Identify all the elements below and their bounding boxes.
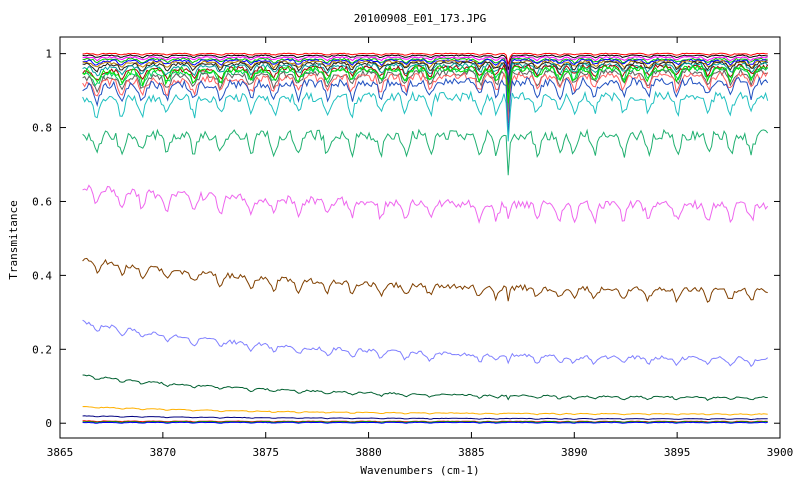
y-tick-label: 0.2 [32,343,52,356]
chart-title: 20100908_E01_173.JPG [354,12,486,25]
x-tick-label: 3865 [47,446,74,459]
series-line [82,374,768,401]
x-tick-label: 3885 [458,446,485,459]
series-line [82,405,768,416]
x-tick-label: 3880 [355,446,382,459]
x-tick-label: 3900 [767,446,794,459]
series-line [82,319,769,368]
transmittance-chart: 20100908_E01_173.JPG 3865 3870 3875 3880 388… [7,12,794,477]
series-line [82,257,768,304]
y-tick-label: 0.4 [32,269,52,282]
y-axis-ticks: 0 0.2 0.4 0.6 0.8 1 [32,48,780,430]
y-axis-label: Transmitance [7,200,20,279]
series-group [82,52,769,424]
series-line [82,65,769,113]
x-tick-label: 3895 [664,446,691,459]
y-tick-label: 0 [45,417,52,430]
series-line [82,76,769,136]
x-tick-label: 3890 [561,446,588,459]
x-axis-label: Wavenumbers (cm-1) [360,464,479,477]
y-tick-label: 0.6 [32,195,52,208]
y-tick-label: 0.8 [32,122,52,135]
x-axis-ticks: 3865 3870 3875 3880 3885 3890 3895 3900 [47,37,794,459]
series-line [82,128,769,176]
plot-area [59,36,781,439]
series-line [82,415,768,421]
x-tick-label: 3870 [150,446,177,459]
x-tick-label: 3875 [252,446,279,459]
series-line [82,421,768,424]
y-tick-label: 1 [45,48,52,61]
series-line [82,184,769,225]
